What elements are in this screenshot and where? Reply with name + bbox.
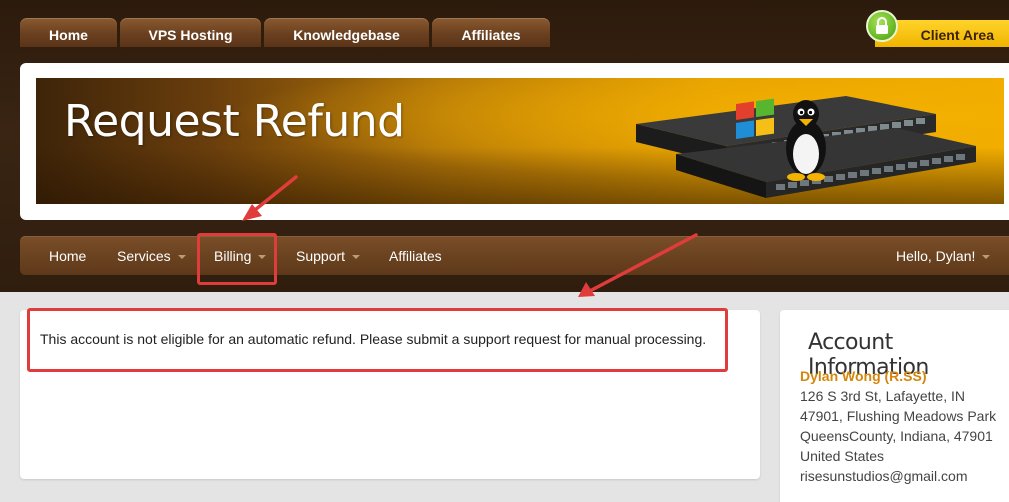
chevron-down-icon — [177, 254, 186, 259]
lock-icon — [866, 10, 898, 42]
top-tabs: Home VPS Hosting Knowledgebase Affiliate… — [20, 18, 550, 47]
nav-home[interactable]: Home — [49, 236, 86, 275]
address-line: 126 S 3rd St, Lafayette, IN — [800, 388, 965, 404]
page-banner: Request Refund — [36, 78, 1004, 204]
account-name: Dylan Wong (R.SS) — [800, 368, 927, 384]
nav-affiliates[interactable]: Affiliates — [389, 236, 442, 275]
top-tab-affiliates[interactable]: Affiliates — [432, 18, 550, 47]
address-line: United States — [800, 448, 885, 464]
account-email: risesunstudios@gmail.com — [800, 468, 968, 484]
billing-highlight-box — [197, 233, 277, 285]
page-title: Request Refund — [64, 96, 405, 147]
chevron-down-icon — [982, 254, 991, 259]
chevron-down-icon — [352, 254, 361, 259]
nav-support[interactable]: Support — [296, 236, 361, 275]
user-menu[interactable]: Hello, Dylan! — [896, 236, 991, 275]
top-tab-knowledgebase[interactable]: Knowledgebase — [264, 18, 429, 47]
server-switch-icon — [636, 96, 976, 198]
message-highlight-box — [27, 308, 728, 372]
nav-services[interactable]: Services — [117, 236, 186, 275]
top-tab-home[interactable]: Home — [20, 18, 117, 47]
address-line: QueensCounty, Indiana, 47901 — [800, 428, 993, 444]
address-line: 47901, Flushing Meadows Park — [800, 408, 997, 424]
top-tab-vps-hosting[interactable]: VPS Hosting — [120, 18, 261, 47]
